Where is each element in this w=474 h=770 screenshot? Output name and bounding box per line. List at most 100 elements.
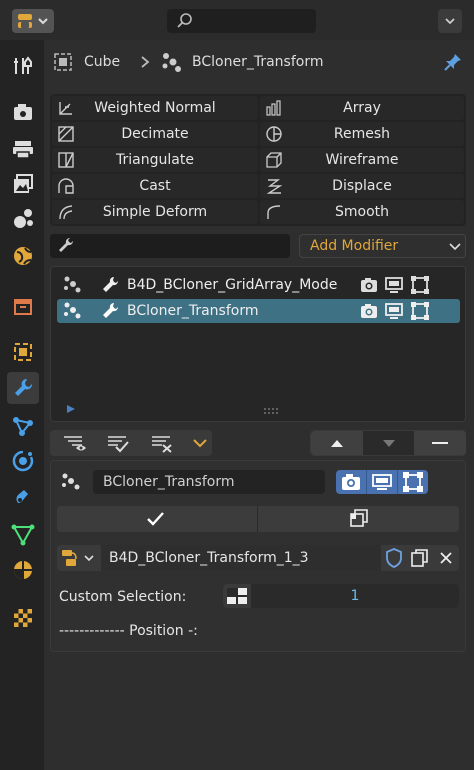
- modifier-cast[interactable]: Cast: [52, 174, 258, 198]
- modifier-remesh[interactable]: Remesh: [260, 122, 464, 146]
- tab-view-layer[interactable]: [7, 168, 39, 200]
- add-modifier-dropdown[interactable]: Add Modifier: [299, 234, 466, 258]
- camera-icon[interactable]: [359, 275, 379, 295]
- node-group-browse-button[interactable]: [57, 545, 101, 571]
- remesh-icon: [266, 126, 282, 142]
- properties-tabs: [0, 40, 44, 770]
- tab-modifiers[interactable]: [7, 372, 39, 404]
- geometry-nodes-icon: [62, 473, 80, 490]
- tab-object[interactable]: [7, 336, 39, 368]
- edit-mode-icon[interactable]: [397, 470, 427, 494]
- modifier-smooth[interactable]: Smooth: [260, 200, 464, 224]
- stack-item-gridarray[interactable]: B4D_BCloner_GridArray_Mode: [57, 273, 460, 297]
- tab-physics[interactable]: [7, 445, 39, 477]
- wrench-icon: [103, 276, 119, 292]
- fake-user-shield-icon[interactable]: [381, 545, 407, 571]
- array-icon: [266, 100, 281, 116]
- stack-item-label: B4D_BCloner_GridArray_Mode: [127, 277, 338, 293]
- stack-item-label: BCloner_Transform: [127, 303, 259, 319]
- edit-mode-icon[interactable]: [409, 300, 431, 322]
- node-group-name-field[interactable]: B4D_BCloner_Transform_1_3: [101, 545, 381, 571]
- breadcrumb-current: BCloner_Transform: [192, 54, 324, 70]
- collection-icon: [14, 299, 32, 315]
- close-icon[interactable]: [433, 545, 459, 571]
- material-icon: [14, 561, 32, 579]
- node-group-selector: B4D_BCloner_Transform_1_3: [57, 545, 459, 571]
- tab-world[interactable]: [7, 240, 39, 272]
- constraint-icon: [16, 490, 28, 503]
- modifier-weighted-normal[interactable]: Weighted Normal: [52, 96, 258, 120]
- monitor-icon[interactable]: [384, 275, 404, 295]
- modifier-array[interactable]: Array: [260, 96, 464, 120]
- modifier-stack-list: B4D_BCloner_GridArray_Mode BCloner_Trans…: [50, 266, 466, 422]
- remove-icon[interactable]: [414, 431, 466, 455]
- pin-icon[interactable]: [442, 51, 464, 73]
- modifier-displace[interactable]: Displace: [260, 174, 464, 198]
- editor-type-button[interactable]: [12, 9, 54, 33]
- custom-selection-field[interactable]: 1: [223, 584, 459, 608]
- monitor-icon[interactable]: [384, 301, 404, 321]
- move-up-icon[interactable]: [311, 431, 363, 455]
- visibility-toggle-group: [336, 470, 428, 494]
- camera-icon[interactable]: [336, 470, 366, 494]
- triangulate-icon: [58, 152, 74, 168]
- camera-icon[interactable]: [359, 301, 379, 321]
- options-dropdown-button[interactable]: [438, 9, 462, 33]
- checkmark-icon[interactable]: [57, 506, 257, 532]
- breadcrumb-object: Cube: [84, 54, 121, 70]
- cast-icon: [58, 178, 74, 194]
- texture-checker-icon: [14, 609, 32, 627]
- tab-scene[interactable]: [7, 202, 39, 234]
- show-viewport-filter-icon[interactable]: [58, 430, 98, 456]
- delete-all-icon[interactable]: [146, 430, 186, 456]
- apply-all-icon[interactable]: [102, 430, 142, 456]
- chevron-right-icon: [141, 56, 150, 68]
- edit-mode-icon[interactable]: [409, 274, 431, 296]
- tab-material[interactable]: [7, 554, 39, 586]
- geometry-nodes-icon: [64, 276, 81, 293]
- tab-output[interactable]: [7, 133, 39, 165]
- scene-icon: [14, 209, 33, 228]
- chevron-down-icon: [445, 18, 455, 25]
- add-modifier-grid: Weighted Normal Decimate Triangulate Cas…: [50, 94, 466, 226]
- stack-order-group: [310, 430, 466, 456]
- tab-tool[interactable]: [7, 50, 39, 82]
- geometry-nodes-icon: [162, 53, 181, 72]
- tab-data[interactable]: [7, 519, 39, 551]
- chevron-down-icon: [193, 439, 207, 448]
- expand-arrow-icon[interactable]: [65, 403, 77, 415]
- modifier-triangulate[interactable]: Triangulate: [52, 148, 258, 172]
- modifier-simple-deform[interactable]: Simple Deform: [52, 200, 258, 224]
- physics-icon: [12, 450, 34, 472]
- stack-menu-dropdown[interactable]: [188, 430, 212, 456]
- geometry-nodes-icon: [64, 302, 81, 319]
- modifier-name-field[interactable]: BCloner_Transform: [93, 470, 325, 494]
- duplicate-icon[interactable]: [407, 545, 433, 571]
- properties-editor-icon: [18, 14, 48, 28]
- displace-icon: [266, 179, 283, 194]
- decimate-icon: [58, 126, 74, 142]
- modifier-search-input[interactable]: [50, 234, 290, 258]
- tab-constraints[interactable]: [7, 482, 39, 514]
- apply-copy-group: [57, 506, 459, 532]
- tab-texture[interactable]: [7, 602, 39, 634]
- world-icon: [14, 247, 32, 265]
- modifier-panel: BCloner_Transform B4D_BCloner_Transform_…: [50, 460, 466, 652]
- header-bar: [0, 0, 474, 40]
- search-icon: [177, 13, 192, 28]
- tab-render[interactable]: [7, 96, 39, 128]
- modifier-wireframe[interactable]: Wireframe: [260, 148, 464, 172]
- move-down-icon[interactable]: [363, 431, 415, 455]
- object-icon: [14, 343, 32, 361]
- weighted-normal-icon: [59, 102, 72, 115]
- stack-item-bcloner-transform[interactable]: BCloner_Transform: [57, 299, 460, 323]
- search-input[interactable]: [167, 9, 316, 33]
- tab-collection[interactable]: [7, 290, 39, 322]
- tab-particles[interactable]: [7, 410, 39, 442]
- view-layer-icon: [14, 174, 33, 193]
- monitor-icon[interactable]: [366, 470, 396, 494]
- resize-handle-icon[interactable]: [263, 407, 281, 415]
- attribute-toggle-icon[interactable]: [223, 584, 251, 608]
- modifier-decimate[interactable]: Decimate: [52, 122, 258, 146]
- duplicate-icon[interactable]: [258, 506, 458, 532]
